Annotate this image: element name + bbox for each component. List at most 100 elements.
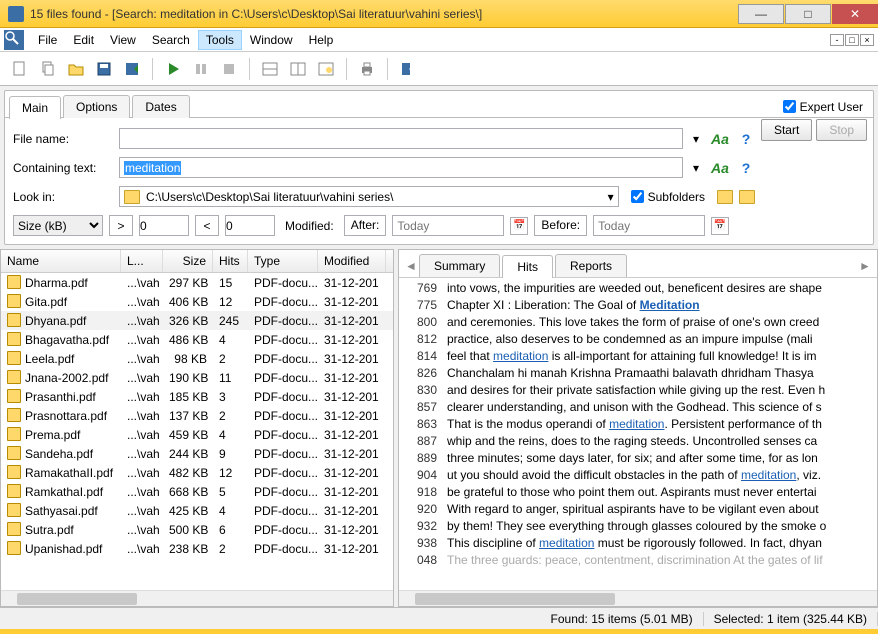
dropdown-icon[interactable]: ▾ [608, 190, 614, 204]
hit-row[interactable]: 857clearer understanding, and unison wit… [399, 399, 877, 416]
hit-row[interactable]: 889three minutes; some days later, for s… [399, 450, 877, 467]
column-hits[interactable]: Hits [213, 250, 248, 272]
mdi-restore-icon[interactable]: □ [845, 34, 859, 46]
table-row[interactable]: Gita.pdf...\vah406 KB12PDF-docu...31-12-… [1, 292, 393, 311]
hit-row[interactable]: 769into vows, the impurities are weeded … [399, 280, 877, 297]
gt-value[interactable] [139, 215, 189, 236]
calendar-icon[interactable]: 📅 [510, 217, 528, 235]
hit-row[interactable]: 048The three guards: peace, contentment,… [399, 552, 877, 569]
hit-row[interactable]: 812practice, also deserves to be condemn… [399, 331, 877, 348]
hit-link[interactable]: meditation [609, 417, 664, 431]
new-search-button[interactable] [8, 57, 32, 81]
hit-row[interactable]: 918be grateful to those who point them o… [399, 484, 877, 501]
column-location[interactable]: L... [121, 250, 163, 272]
start-button[interactable]: Start [761, 119, 812, 141]
tab-dates[interactable]: Dates [132, 95, 189, 118]
hit-row[interactable]: 904ut you should avoid the difficult obs… [399, 467, 877, 484]
hit-row[interactable]: 863That is the modus operandi of meditat… [399, 416, 877, 433]
table-row[interactable]: Prasnottara.pdf...\vah137 KB2PDF-docu...… [1, 406, 393, 425]
hit-row[interactable]: 775Chapter XI : Liberation: The Goal of … [399, 297, 877, 314]
hit-row[interactable]: 932by them! They see everything through … [399, 518, 877, 535]
tab-scroll-right-icon[interactable]: ► [857, 259, 873, 273]
layout1-button[interactable] [258, 57, 282, 81]
horizontal-scrollbar[interactable] [399, 590, 877, 606]
column-type[interactable]: Type [248, 250, 318, 272]
tab-options[interactable]: Options [63, 95, 130, 118]
column-name[interactable]: Name [1, 250, 121, 272]
hit-row[interactable]: 887whip and the reins, does to the ragin… [399, 433, 877, 450]
copy-button[interactable] [36, 57, 60, 81]
size-unit-select[interactable]: Size (kB) [13, 215, 103, 236]
table-row[interactable]: RamkathaI.pdf...\vah668 KB5PDF-docu...31… [1, 482, 393, 501]
case-toggle-icon[interactable]: Aa [709, 131, 731, 147]
after-date-input[interactable] [392, 215, 504, 236]
table-row[interactable]: Dhyana.pdf...\vah326 KB245PDF-docu...31-… [1, 311, 393, 330]
mdi-close-icon[interactable]: × [860, 34, 874, 46]
browse-folder-icon[interactable] [717, 190, 733, 204]
tab-hits[interactable]: Hits [502, 255, 553, 278]
table-row[interactable]: Jnana-2002.pdf...\vah190 KB11PDF-docu...… [1, 368, 393, 387]
add-folder-icon[interactable] [739, 190, 755, 204]
tab-scroll-left-icon[interactable]: ◄ [403, 259, 419, 273]
layout2-button[interactable] [286, 57, 310, 81]
hit-row[interactable]: 826Chanchalam hi manah Krishna Pramaathi… [399, 365, 877, 382]
mdi-minimize-icon[interactable]: - [830, 34, 844, 46]
help-icon[interactable]: ? [737, 160, 755, 176]
table-row[interactable]: Sandeha.pdf...\vah244 KB9PDF-docu...31-1… [1, 444, 393, 463]
menu-help[interactable]: Help [301, 30, 342, 50]
help-icon[interactable]: ? [737, 131, 755, 147]
menu-view[interactable]: View [102, 30, 144, 50]
table-row[interactable]: Bhagavatha.pdf...\vah486 KB4PDF-docu...3… [1, 330, 393, 349]
hit-row[interactable]: 814feel that meditation is all-important… [399, 348, 877, 365]
lt-op[interactable] [195, 215, 219, 236]
dropdown-icon[interactable]: ▾ [689, 132, 703, 146]
maximize-button[interactable]: □ [785, 4, 831, 24]
hit-row[interactable]: 938This discipline of meditation must be… [399, 535, 877, 552]
minimize-button[interactable]: — [738, 4, 784, 24]
tab-reports[interactable]: Reports [555, 254, 627, 277]
gt-op[interactable] [109, 215, 133, 236]
export-button[interactable] [120, 57, 144, 81]
expert-user-checkbox[interactable] [783, 100, 796, 113]
stop-button[interactable] [217, 57, 241, 81]
open-folder-button[interactable] [64, 57, 88, 81]
table-row[interactable]: Upanishad.pdf...\vah238 KB2PDF-docu...31… [1, 539, 393, 558]
menu-search[interactable]: Search [144, 30, 198, 50]
save-button[interactable] [92, 57, 116, 81]
table-row[interactable]: RamakathaII.pdf...\vah482 KB12PDF-docu..… [1, 463, 393, 482]
column-modified[interactable]: Modified [318, 250, 386, 272]
hit-link[interactable]: meditation [539, 536, 594, 550]
column-size[interactable]: Size [163, 250, 213, 272]
lt-value[interactable] [225, 215, 275, 236]
before-date-input[interactable] [593, 215, 705, 236]
menu-tools[interactable]: Tools [198, 30, 242, 50]
calendar-icon[interactable]: 📅 [711, 217, 729, 235]
dropdown-icon[interactable]: ▾ [689, 161, 703, 175]
tab-main[interactable]: Main [9, 96, 61, 119]
table-row[interactable]: Leela.pdf...\vah98 KB2PDF-docu...31-12-2… [1, 349, 393, 368]
hit-row[interactable]: 800and ceremonies. This love takes the f… [399, 314, 877, 331]
containing-text-input[interactable]: meditation [119, 157, 683, 178]
table-row[interactable]: Prasanthi.pdf...\vah185 KB3PDF-docu...31… [1, 387, 393, 406]
menu-file[interactable]: File [30, 30, 65, 50]
play-button[interactable] [161, 57, 185, 81]
close-button[interactable]: ✕ [832, 4, 878, 24]
menu-window[interactable]: Window [242, 30, 301, 50]
exit-button[interactable] [396, 57, 420, 81]
hit-row[interactable]: 830and desires for their private satisfa… [399, 382, 877, 399]
filename-input[interactable] [119, 128, 683, 149]
hit-link[interactable]: meditation [493, 349, 548, 363]
hit-link[interactable]: meditation [741, 468, 796, 482]
lookin-input[interactable]: C:\Users\c\Desktop\Sai literatuur\vahini… [119, 186, 619, 207]
table-row[interactable]: Sathyasai.pdf...\vah425 KB4PDF-docu...31… [1, 501, 393, 520]
case-toggle-icon[interactable]: Aa [709, 160, 731, 176]
layout3-button[interactable] [314, 57, 338, 81]
table-row[interactable]: Dharma.pdf...\vah297 KB15PDF-docu...31-1… [1, 273, 393, 292]
horizontal-scrollbar[interactable] [1, 590, 393, 606]
table-row[interactable]: Sutra.pdf...\vah500 KB6PDF-docu...31-12-… [1, 520, 393, 539]
pause-button[interactable] [189, 57, 213, 81]
print-button[interactable] [355, 57, 379, 81]
tab-summary[interactable]: Summary [419, 254, 500, 277]
hit-link[interactable]: Meditation [640, 298, 700, 312]
hit-row[interactable]: 920With regard to anger, spiritual aspir… [399, 501, 877, 518]
